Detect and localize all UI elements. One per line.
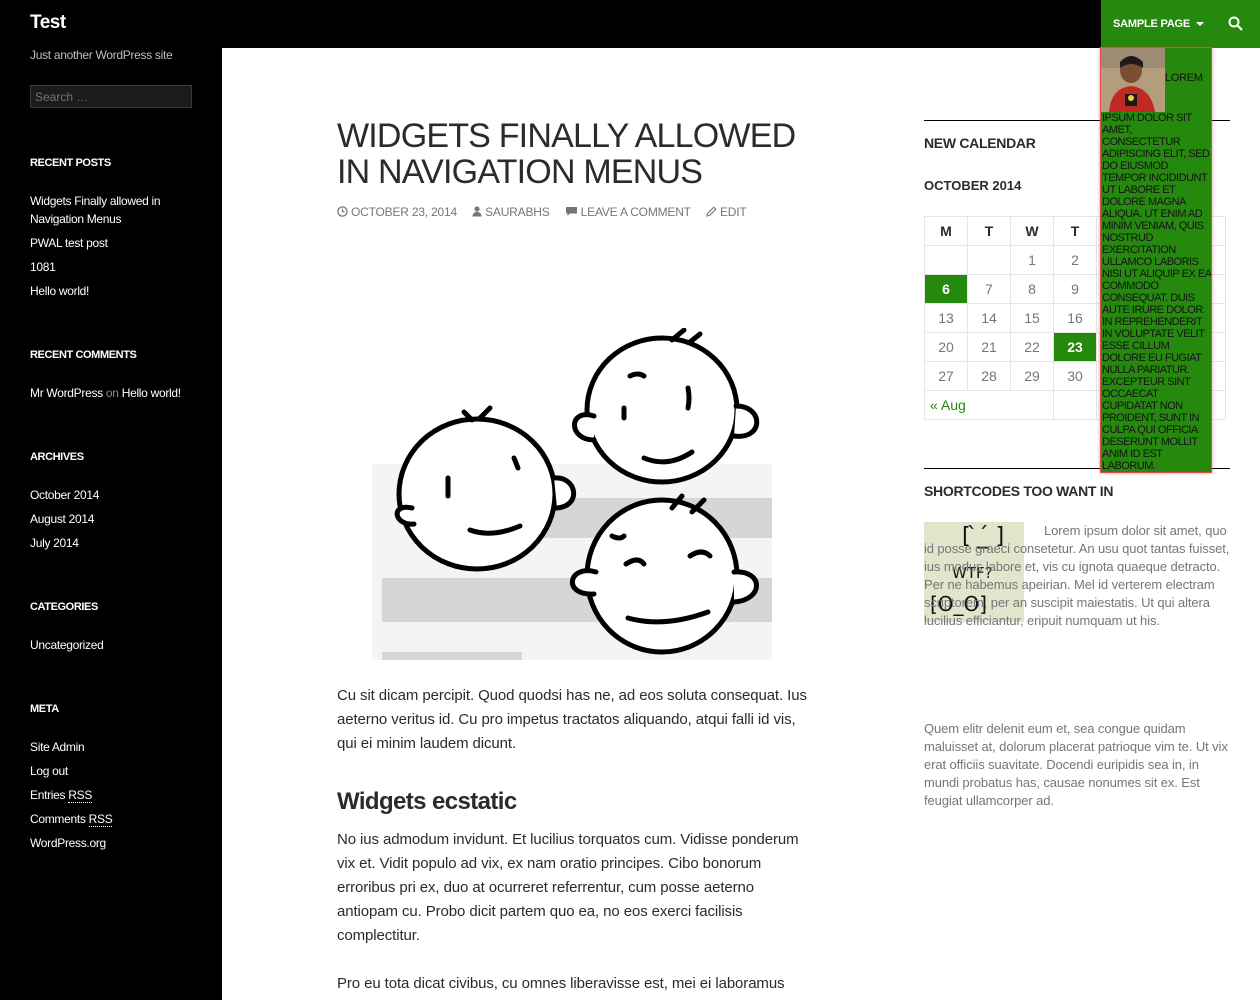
recent-comment-item: Mr WordPress on Hello world! — [30, 384, 200, 402]
calendar-caption: OCTOBER 2014 — [924, 178, 1022, 193]
calendar-day: 20 — [924, 332, 968, 362]
recent-post-link[interactable]: PWAL test post — [30, 234, 200, 252]
post-meta: OCTOBER 23, 2014 SAURABHS LEAVE A COMMEN… — [337, 205, 759, 219]
leave-comment-label: LEAVE A COMMENT — [580, 205, 691, 219]
sidebar-search-input[interactable] — [30, 85, 192, 108]
calendar-day: 29 — [1010, 361, 1054, 391]
archives-title: ARCHIVES — [30, 451, 84, 463]
calendar-day: 30 — [1053, 361, 1097, 391]
archives-list: October 2014 August 2014 July 2014 — [30, 486, 200, 558]
recent-comments-list: Mr WordPress on Hello world! — [30, 384, 200, 408]
calendar-day: 7 — [967, 274, 1011, 304]
featured-image-faces — [372, 328, 772, 660]
user-icon — [472, 206, 482, 217]
log-out-link[interactable]: Log out — [30, 762, 200, 780]
calendar-day[interactable]: 23 — [1053, 332, 1097, 362]
entries-label: Entries — [30, 788, 66, 802]
post-paragraph-2: No ius admodum invidunt. Et lucilius tor… — [337, 831, 799, 944]
post-date: OCTOBER 23, 2014 — [351, 205, 457, 219]
post-paragraph-3: Pro eu tota dicat civibus, cu omnes libe… — [337, 975, 785, 992]
post-date-link[interactable]: OCTOBER 23, 2014 — [337, 205, 457, 219]
shortcode-text-1: Lorem ipsum dolor sit amet, quo id posse… — [924, 522, 1230, 630]
comments-rss-link[interactable]: Comments RSS — [30, 810, 200, 828]
caret-down-icon — [1196, 22, 1205, 27]
rss-abbr: RSS — [68, 788, 93, 803]
entries-rss-link[interactable]: Entries RSS — [30, 786, 200, 804]
comment-post-link[interactable]: Hello world! — [122, 386, 181, 400]
calendar-day: 22 — [1010, 332, 1054, 362]
calendar-empty-cell — [967, 245, 1011, 275]
calendar-day: 15 — [1010, 303, 1054, 333]
categories-list: Uncategorized — [30, 636, 200, 660]
left-sidebar: Just another WordPress site RECENT POSTS… — [0, 48, 222, 1000]
meta-list: Site Admin Log out Entries RSS Comments … — [30, 738, 200, 858]
calendar-day: 1 — [1010, 245, 1054, 275]
archive-link[interactable]: October 2014 — [30, 486, 200, 504]
avatar-photo — [1101, 48, 1165, 112]
recent-post-link[interactable]: 1081 — [30, 258, 200, 276]
calendar-weekday: W — [1010, 216, 1054, 246]
clock-icon — [337, 206, 348, 217]
category-link[interactable]: Uncategorized — [30, 636, 200, 654]
leave-comment-link[interactable]: LEAVE A COMMENT — [565, 205, 691, 219]
site-admin-link[interactable]: Site Admin — [30, 738, 200, 756]
calendar-day: 14 — [967, 303, 1011, 333]
post-title: WIDGETS FINALLY ALLOWED IN NAVIGATION ME… — [337, 117, 796, 191]
edit-post-link[interactable]: EDIT — [706, 205, 747, 219]
post-author: SAURABHS — [485, 205, 550, 219]
comment-author-link[interactable]: Mr WordPress — [30, 386, 103, 400]
calendar-empty-cell — [924, 245, 968, 275]
recent-posts-title: RECENT POSTS — [30, 157, 111, 169]
dropdown-text: IPSUM DOLOR SIT AMET, CONSECTETUR ADIPIS… — [1102, 112, 1211, 472]
edit-label: EDIT — [719, 205, 747, 219]
archive-link[interactable]: July 2014 — [30, 534, 200, 552]
calendar-day: 2 — [1053, 245, 1097, 275]
nav-dropdown-widget[interactable]: LOREM IPSUM DOLOR SIT AMET, CONSECTETUR … — [1100, 47, 1212, 473]
shortcodes-widget-title: SHORTCODES TOO WANT IN — [924, 483, 1114, 499]
post-paragraph-1: Cu sit dicam percipit. Quod quodsi has n… — [337, 687, 807, 752]
search-toggle-button[interactable] — [1211, 0, 1260, 48]
calendar-day: 16 — [1053, 303, 1097, 333]
shortcode-text-2: Quem elitr delenit eum et, sea congue qu… — [924, 721, 1228, 808]
post-heading-2: Widgets ecstatic — [337, 788, 517, 815]
calendar-weekday: M — [924, 216, 968, 246]
calendar-widget-title: NEW CALENDAR — [924, 135, 1036, 151]
recent-post-link[interactable]: Hello world! — [30, 282, 200, 300]
calendar-empty-cell — [1053, 390, 1097, 420]
dropdown-heading: LOREM — [1165, 72, 1203, 84]
comments-label: Comments — [30, 812, 86, 826]
calendar-weekday: T — [967, 216, 1011, 246]
calendar-day: 27 — [924, 361, 968, 391]
wordpress-org-link[interactable]: WordPress.org — [30, 834, 200, 852]
site-header: Test SAMPLE PAGE — [0, 0, 1260, 48]
avatar — [1101, 48, 1165, 112]
calendar-day: 21 — [967, 332, 1011, 362]
pencil-icon — [706, 206, 717, 217]
recent-posts-list: Widgets Finally allowed in Navigation Me… — [30, 192, 200, 306]
rss-abbr: RSS — [88, 812, 113, 827]
calendar-day: 9 — [1053, 274, 1097, 304]
site-tagline: Just another WordPress site — [30, 48, 173, 62]
calendar-day: 8 — [1010, 274, 1054, 304]
site-title[interactable]: Test — [30, 12, 66, 34]
comment-connector: on — [105, 386, 119, 400]
post-author-link[interactable]: SAURABHS — [472, 205, 550, 219]
calendar-day: 13 — [924, 303, 968, 333]
nav-sample-page-label: SAMPLE PAGE — [1113, 18, 1191, 30]
calendar-prev-month-link[interactable]: « Aug — [924, 390, 1054, 420]
archive-link[interactable]: August 2014 — [30, 510, 200, 528]
calendar-weekday: T — [1053, 216, 1097, 246]
calendar-day: 28 — [967, 361, 1011, 391]
calendar-day[interactable]: 6 — [924, 274, 968, 304]
comment-icon — [565, 207, 577, 216]
categories-title: CATEGORIES — [30, 601, 98, 613]
recent-comments-title: RECENT COMMENTS — [30, 349, 137, 361]
recent-post-link[interactable]: Widgets Finally allowed in Navigation Me… — [30, 192, 200, 228]
shortcode-text-1-body: Lorem ipsum dolor sit amet, quo id posse… — [924, 523, 1230, 628]
search-icon — [1228, 16, 1243, 31]
nav-sample-page[interactable]: SAMPLE PAGE — [1101, 0, 1211, 48]
meta-title: META — [30, 703, 59, 715]
